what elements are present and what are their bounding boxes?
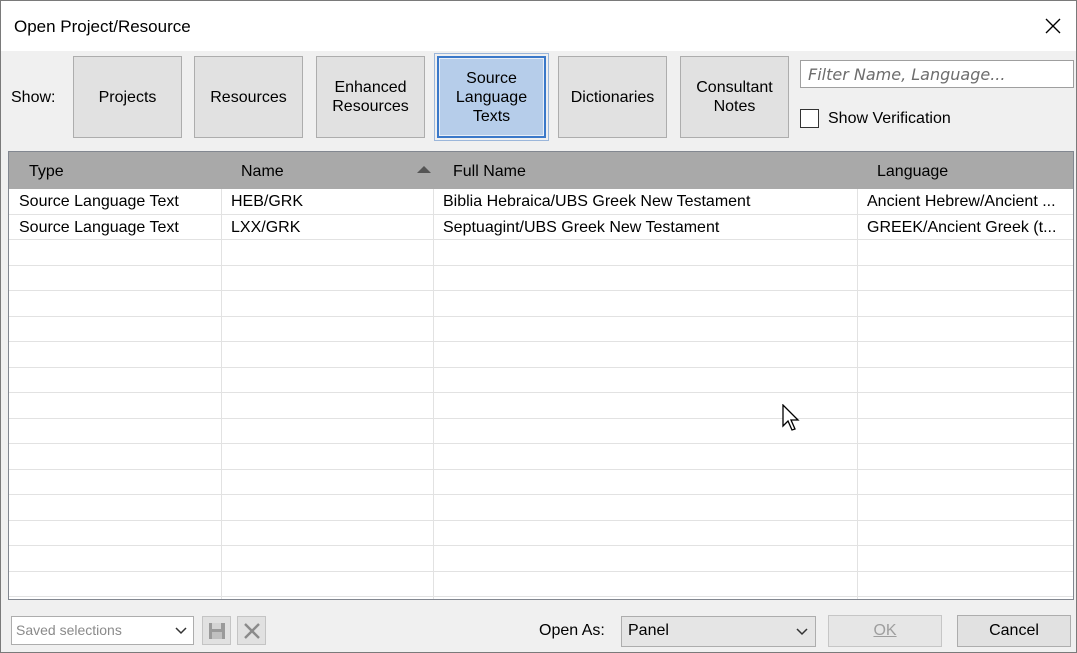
column-header-type[interactable]: Type <box>9 152 221 189</box>
dialog-title: Open Project/Resource <box>14 17 191 36</box>
cell-type: Source Language Text <box>19 193 179 210</box>
show-verification-label: Show Verification <box>828 109 951 127</box>
empty-row <box>9 317 1073 342</box>
table-row[interactable]: Source Language Text HEB/GRK Biblia Hebr… <box>9 189 1073 215</box>
column-header-name[interactable]: Name <box>221 152 433 189</box>
filter-resources-button[interactable]: Resources <box>194 56 303 138</box>
show-verification-checkbox[interactable] <box>800 109 819 128</box>
empty-row <box>9 291 1073 317</box>
filter-enhanced-resources-button[interactable]: Enhanced Resources <box>316 56 425 138</box>
cell-language: GREEK/Ancient Greek (t... <box>867 218 1057 236</box>
saved-selections-dropdown[interactable]: Saved selections <box>11 616 194 645</box>
title-bar: Open Project/Resource <box>1 1 1076 51</box>
close-button[interactable] <box>1038 11 1068 41</box>
empty-row <box>9 495 1073 521</box>
empty-row <box>9 240 1073 266</box>
chevron-down-icon <box>796 628 808 636</box>
empty-row <box>9 368 1073 393</box>
column-header-full-name[interactable]: Full Name <box>433 152 857 189</box>
cell-full-name: Biblia Hebraica/UBS Greek New Testament <box>443 193 751 210</box>
filter-search-input[interactable] <box>800 60 1074 88</box>
sort-ascending-icon <box>417 166 431 173</box>
empty-row <box>9 444 1073 470</box>
empty-row <box>9 546 1073 572</box>
cell-name: HEB/GRK <box>231 193 304 210</box>
open-as-value: Panel <box>628 622 669 639</box>
empty-row <box>9 342 1073 368</box>
save-selection-button[interactable] <box>202 616 231 645</box>
ok-button[interactable]: OK <box>828 615 942 647</box>
empty-row <box>9 266 1073 291</box>
delete-selection-button[interactable] <box>237 616 266 645</box>
table-row[interactable]: Source Language Text LXX/GRK Septuagint/… <box>9 215 1073 240</box>
filter-source-language-texts-button[interactable]: Source Language Texts <box>434 53 549 141</box>
open-as-label: Open As: <box>539 622 605 639</box>
column-header-language[interactable]: Language <box>857 152 1073 189</box>
filter-projects-button[interactable]: Projects <box>73 56 182 138</box>
ok-label: OK <box>873 622 897 639</box>
cell-full-name: Septuagint/UBS Greek New Testament <box>443 218 720 236</box>
saved-selections-placeholder: Saved selections <box>16 622 122 638</box>
cell-language: Ancient Hebrew/Ancient ... <box>867 193 1056 210</box>
filter-consultant-notes-button[interactable]: Consultant Notes <box>680 56 789 138</box>
open-project-dialog: Open Project/Resource Show: Projects Res… <box>0 0 1077 653</box>
open-as-dropdown[interactable]: Panel <box>621 616 816 647</box>
chevron-down-icon <box>175 627 187 635</box>
cancel-label: Cancel <box>989 622 1039 639</box>
cancel-button[interactable]: Cancel <box>957 615 1071 647</box>
close-icon <box>1045 18 1061 34</box>
cell-name: LXX/GRK <box>231 218 301 236</box>
cell-type: Source Language Text <box>19 218 179 236</box>
filter-dictionaries-button[interactable]: Dictionaries <box>558 56 667 138</box>
table-header: Type Name Full Name Language <box>9 152 1073 189</box>
show-label: Show: <box>11 89 56 106</box>
save-icon <box>208 622 225 639</box>
empty-row <box>9 393 1073 419</box>
resource-table: Type Name Full Name Language Source Lang… <box>8 151 1074 600</box>
empty-row <box>9 521 1073 546</box>
empty-row <box>9 470 1073 495</box>
delete-icon <box>243 622 260 639</box>
empty-row <box>9 419 1073 444</box>
empty-row <box>9 572 1073 597</box>
show-verification-toggle[interactable]: Show Verification <box>800 109 951 128</box>
mouse-pointer-icon <box>782 404 800 431</box>
